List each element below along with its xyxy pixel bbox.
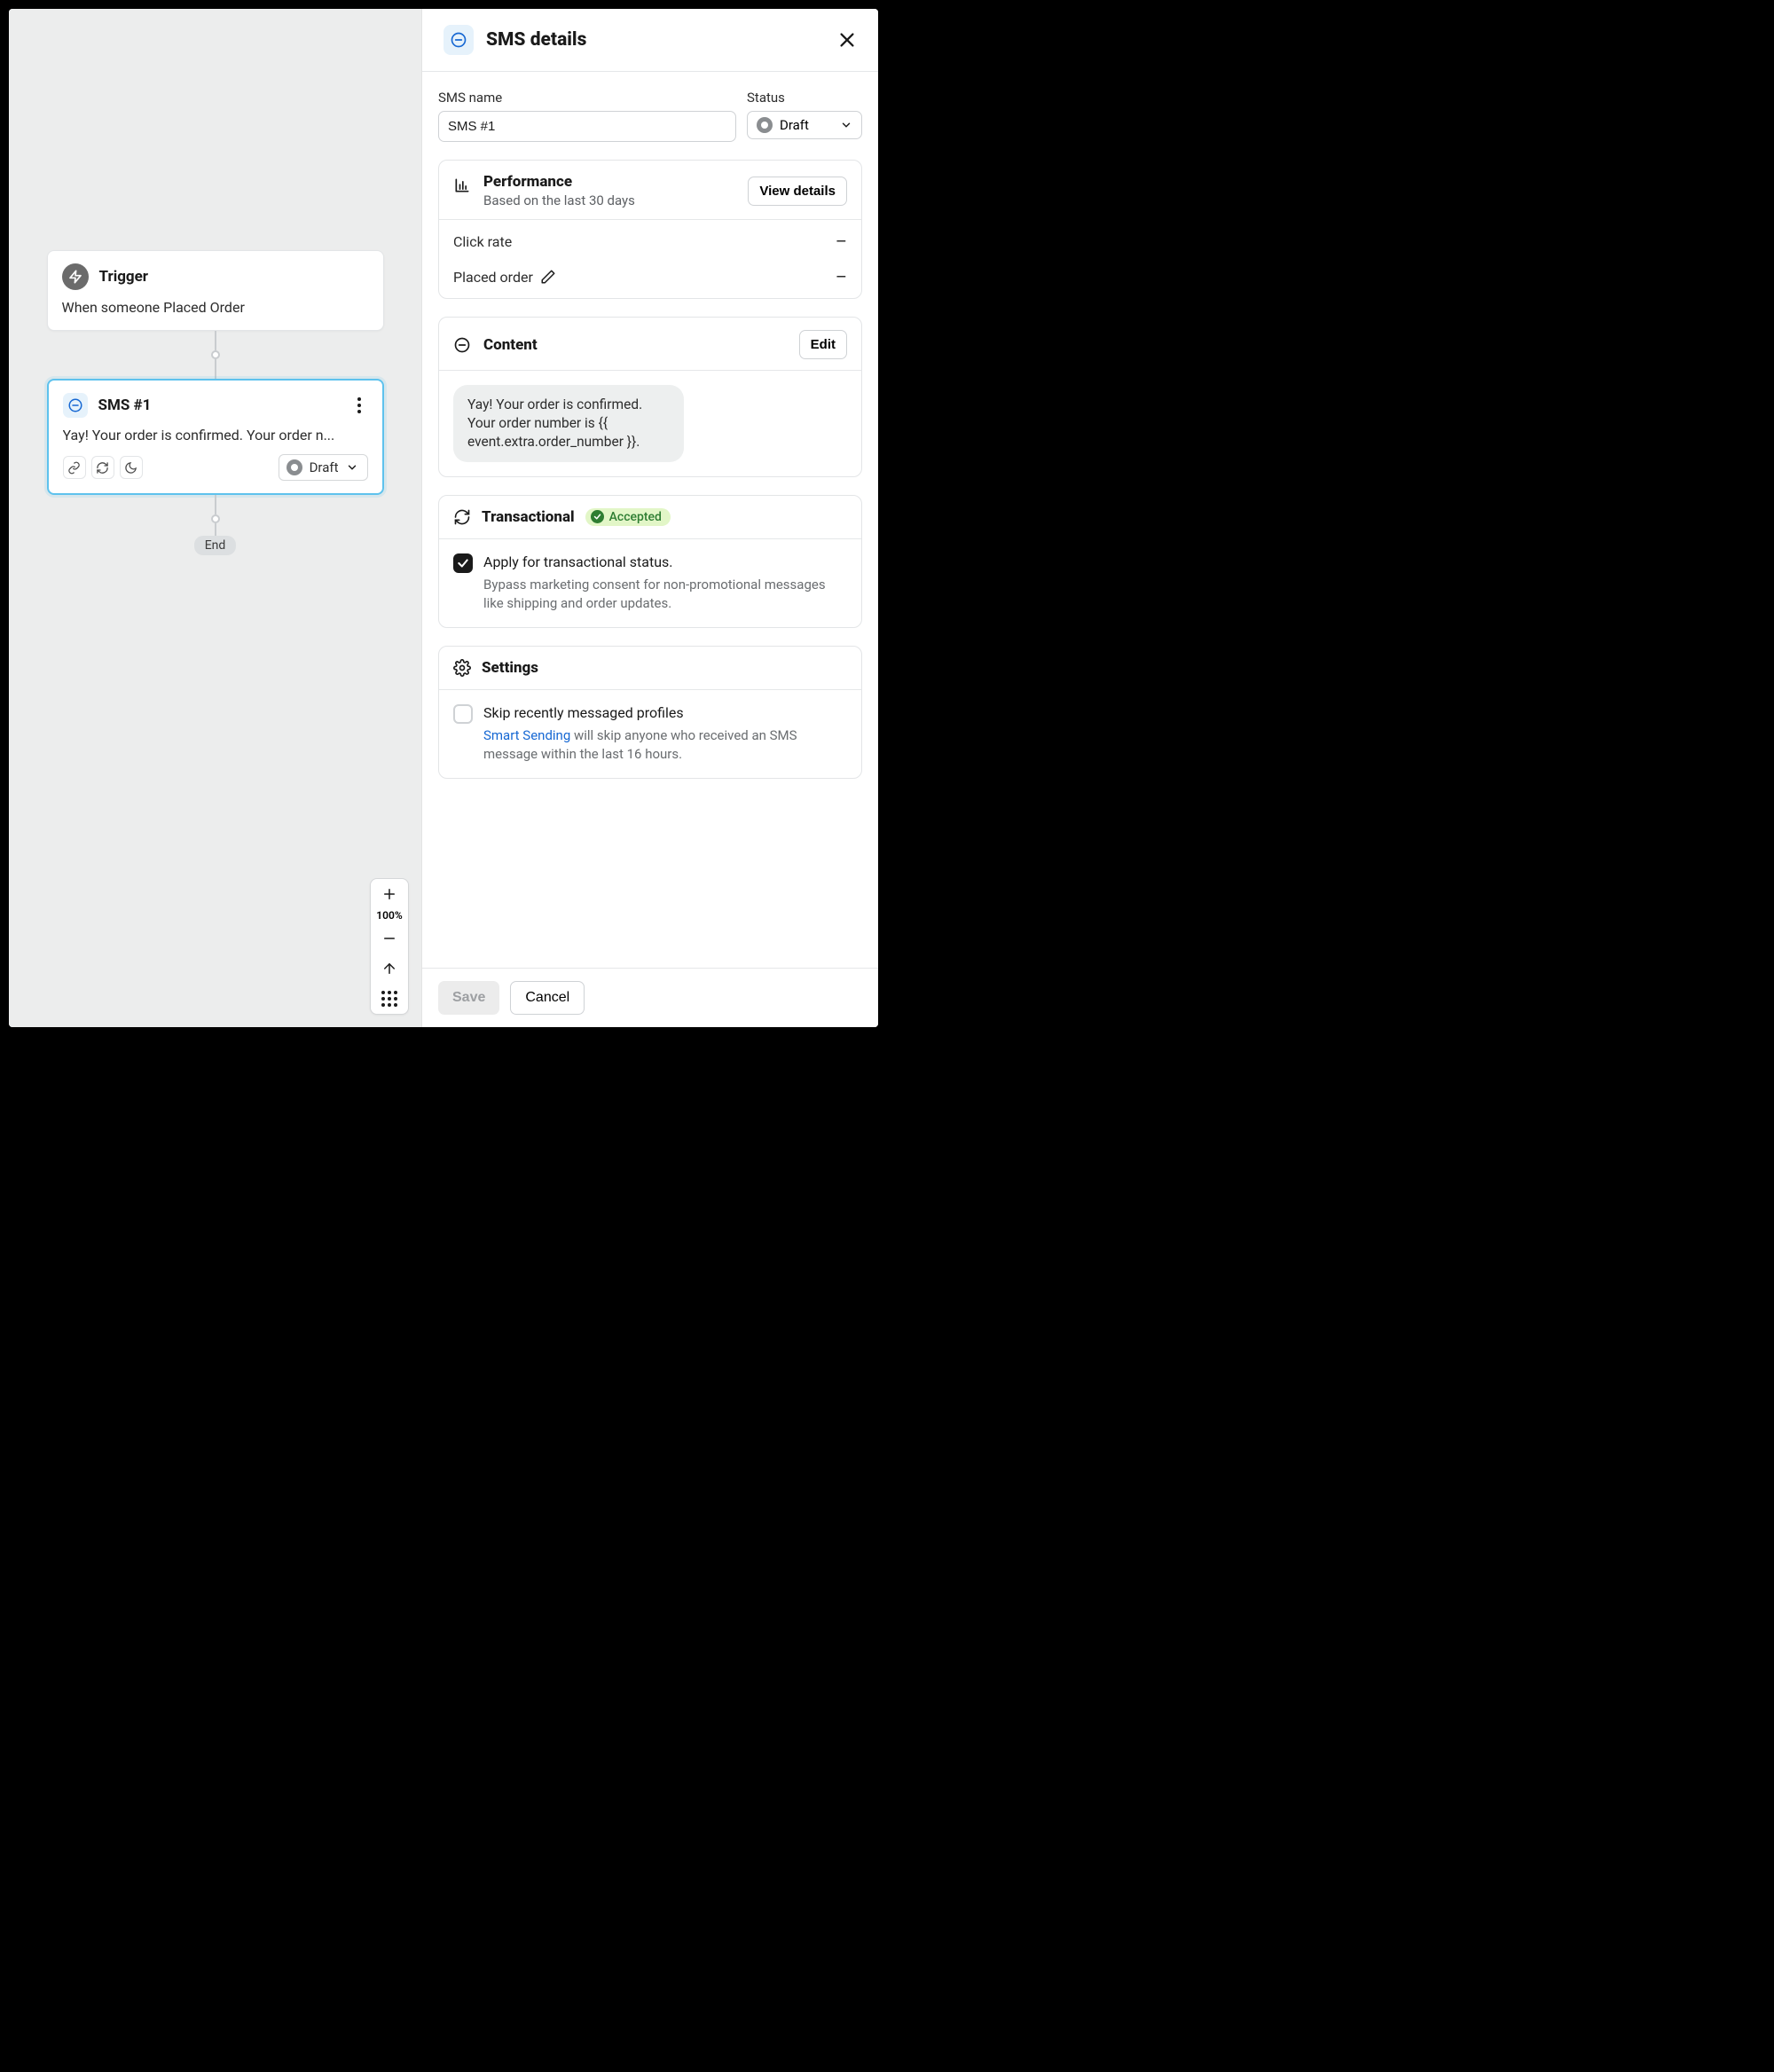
- sms-icon: [444, 25, 474, 55]
- connector: [215, 331, 216, 350]
- flow-canvas[interactable]: Trigger When someone Placed Order SMS #1: [9, 9, 422, 1027]
- transactional-title: Transactional: [482, 508, 575, 526]
- content-title: Content: [483, 336, 538, 354]
- edit-button[interactable]: Edit: [799, 330, 847, 359]
- trigger-node[interactable]: Trigger When someone Placed Order: [47, 250, 384, 331]
- skip-profiles-help: Smart Sending will skip anyone who recei…: [483, 726, 847, 764]
- end-label: End: [194, 536, 237, 555]
- connector-dot: [211, 350, 220, 359]
- sms-content-preview: Yay! Your order is confirmed. Your order…: [453, 385, 684, 462]
- metric-click-rate: Click rate –: [439, 220, 861, 263]
- transactional-checkbox-label: Apply for transactional status.: [483, 553, 847, 570]
- connector-dot: [211, 514, 220, 523]
- zoom-controls: 100%: [370, 878, 409, 1015]
- zoom-level: 100%: [376, 909, 402, 923]
- status-value: Draft: [780, 117, 809, 133]
- status-dot-icon: [287, 459, 302, 475]
- metric-value: –: [836, 231, 847, 252]
- accepted-label: Accepted: [609, 510, 662, 524]
- chevron-down-icon: [346, 461, 358, 474]
- settings-card: Settings Skip recently messaged profiles…: [438, 646, 862, 779]
- sms-node-title: SMS #1: [98, 396, 152, 414]
- cancel-button[interactable]: Cancel: [510, 981, 585, 1015]
- connector: [215, 495, 216, 514]
- trigger-title: Trigger: [99, 268, 149, 286]
- metric-label: Placed order: [453, 269, 533, 286]
- status-label: Status: [747, 90, 862, 106]
- skip-profiles-checkbox[interactable]: [453, 704, 473, 724]
- status-dot-icon: [757, 117, 773, 133]
- metric-label: Click rate: [453, 233, 512, 250]
- kebab-menu-icon[interactable]: [350, 397, 368, 413]
- zoom-in-button[interactable]: [371, 879, 408, 909]
- performance-subtitle: Based on the last 30 days: [483, 192, 635, 208]
- content-card: Content Edit Yay! Your order is confirme…: [438, 317, 862, 477]
- metric-value: –: [836, 266, 847, 287]
- view-details-button[interactable]: View details: [748, 177, 847, 206]
- transactional-checkbox[interactable]: [453, 553, 473, 573]
- pencil-icon[interactable]: [540, 269, 556, 285]
- zoom-reset-button[interactable]: [371, 954, 408, 984]
- status-select[interactable]: Draft: [747, 111, 862, 139]
- details-panel: SMS details SMS name Status Draft: [422, 9, 878, 1027]
- smart-sending-link[interactable]: Smart Sending: [483, 727, 570, 743]
- transactional-help-text: Bypass marketing consent for non-promoti…: [483, 576, 847, 613]
- message-icon: [453, 336, 471, 354]
- connector: [215, 523, 216, 536]
- accepted-badge: Accepted: [585, 508, 671, 526]
- connector: [215, 359, 216, 379]
- panel-title: SMS details: [486, 29, 586, 51]
- chevron-down-icon: [840, 119, 852, 131]
- refresh-icon: [453, 508, 471, 526]
- sms-icon: [63, 393, 88, 418]
- attachment-icon[interactable]: [63, 456, 86, 479]
- gear-icon: [453, 659, 471, 677]
- bar-chart-icon: [453, 173, 471, 194]
- check-circle-icon: [591, 510, 604, 523]
- metric-placed-order: Placed order –: [439, 263, 861, 298]
- sms-node-status-select[interactable]: Draft: [279, 454, 368, 481]
- settings-title: Settings: [482, 659, 538, 677]
- transactional-card: Transactional Accepted Apply for transac: [438, 495, 862, 628]
- close-button[interactable]: [837, 30, 857, 50]
- zoom-grid-button[interactable]: [371, 984, 408, 1014]
- sms-preview-text: Yay! Your order is confirmed. Your order…: [63, 427, 368, 443]
- sms-name-input[interactable]: [438, 111, 736, 142]
- sms-name-label: SMS name: [438, 90, 736, 106]
- lightning-icon: [62, 263, 89, 290]
- performance-title: Performance: [483, 173, 635, 191]
- refresh-icon[interactable]: [91, 456, 114, 479]
- skip-profiles-label: Skip recently messaged profiles: [483, 704, 847, 721]
- performance-card: Performance Based on the last 30 days Vi…: [438, 160, 862, 299]
- moon-icon[interactable]: [120, 456, 143, 479]
- trigger-description: When someone Placed Order: [62, 299, 369, 316]
- sms-node[interactable]: SMS #1 Yay! Your order is confirmed. You…: [47, 379, 384, 495]
- zoom-out-button[interactable]: [371, 923, 408, 954]
- sms-node-status-label: Draft: [310, 459, 339, 475]
- save-button[interactable]: Save: [438, 981, 499, 1015]
